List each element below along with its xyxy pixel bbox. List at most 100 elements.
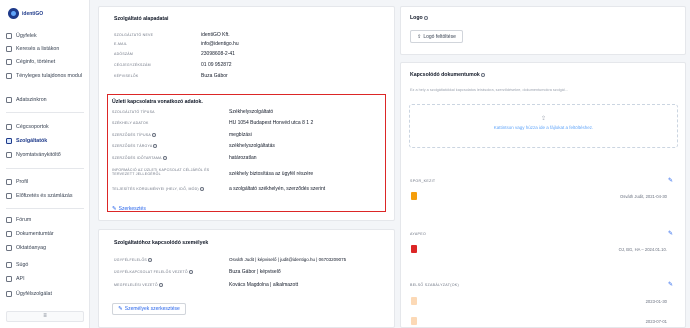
card-icon xyxy=(6,193,12,200)
logo-card: Logo ⇪ Logó feltöltése xyxy=(400,6,686,55)
sidebar-divider xyxy=(6,112,84,113)
field-label: Szolgáltató neve xyxy=(114,33,154,37)
sidebar-item-label: Céginfo, történet xyxy=(16,59,56,65)
sidebar: identiGO Ügyfelek Keresés a listákon Cég… xyxy=(0,0,90,328)
field-value: Buza Gábor xyxy=(201,73,228,79)
edit-section-icon[interactable]: ✎ xyxy=(668,281,673,288)
chat-icon xyxy=(6,217,12,224)
info-icon[interactable] xyxy=(480,72,485,77)
sidebar-item-kereses[interactable]: Keresés a listákon xyxy=(6,46,88,53)
sidebar-item-label: Súgó xyxy=(16,262,29,268)
field-value: 01 09 952872 xyxy=(201,62,232,68)
sidebar-item-ugyfelek[interactable]: Ügyfelek xyxy=(6,33,88,40)
dropzone-text: Kattintson vagy húzza ide a fájlokat a f… xyxy=(493,125,594,130)
edit-section-icon[interactable]: ✎ xyxy=(668,177,673,184)
sidebar-item-label: Fórum xyxy=(16,217,32,223)
sidebar-item-sugo[interactable]: Súgó xyxy=(6,262,88,269)
upload-icon: ⇪ xyxy=(417,33,422,40)
field-value: info@identigo.hu xyxy=(201,41,239,47)
sidebar-item-label: Adatszinkron xyxy=(16,97,47,103)
folder-icon xyxy=(6,231,12,238)
headset-icon xyxy=(6,291,12,298)
related-documents-card: Kapcsolódó dokumentumok Ez a hely a szol… xyxy=(400,62,686,328)
field-label: Képviselők xyxy=(114,74,139,78)
group-icon xyxy=(6,124,12,131)
edit-persons-label: Személyek szerkesztése xyxy=(124,306,180,312)
info-icon[interactable] xyxy=(158,283,163,288)
sidebar-item-label: Ügyfélszolgálat xyxy=(16,291,52,297)
sidebar-item-szolgaltatok[interactable]: Szolgáltatók xyxy=(6,138,88,145)
field-label: Cégjegyzékszám xyxy=(114,63,151,67)
sidebar-item-label: API xyxy=(16,276,25,282)
sidebar-item-oktatoanyag[interactable]: Oktatóanyag xyxy=(6,245,88,252)
file-icon[interactable] xyxy=(411,297,417,305)
logo-icon xyxy=(8,8,19,19)
sidebar-item-ceginfo[interactable]: Céginfo, történet xyxy=(6,59,88,66)
document-section-label: Belső szabályzat(ok) xyxy=(410,283,460,287)
sidebar-item-label: Ügyfelek xyxy=(16,33,37,39)
field-label: Adószám xyxy=(114,52,134,56)
field-value: Kovács Magdolna | alkalmazott xyxy=(229,282,299,288)
pencil-icon: ✎ xyxy=(118,306,123,312)
document-meta: OJ, BG, HA – 2024.01.10. xyxy=(618,247,667,252)
highlight-box xyxy=(107,94,386,212)
field-label: Ügyfélfelelős xyxy=(114,258,153,263)
code-icon xyxy=(6,276,12,283)
field-label: Megfelelési vezető xyxy=(114,283,163,288)
sidebar-item-cegcsoportok[interactable]: Cégcsoportok xyxy=(6,124,88,131)
sidebar-item-ugyfelszolgalat[interactable]: Ügyfélszolgálat xyxy=(6,291,88,298)
sidebar-item-label: Keresés a listákon xyxy=(16,46,60,52)
sidebar-divider xyxy=(6,168,84,169)
user-icon xyxy=(6,179,12,186)
field-label-text: Ügyfélfelelős xyxy=(114,258,148,262)
document-meta: 2023-07-01 xyxy=(645,319,667,324)
sidebar-item-nyomtatvany[interactable]: Nyomtatványkitöltő xyxy=(6,152,88,159)
pdf-file-icon[interactable] xyxy=(411,245,417,253)
document-section-label: Spor_kezit xyxy=(410,179,436,183)
field-label-text: Megfelelési vezető xyxy=(114,283,158,287)
sidebar-item-profil[interactable]: Profil xyxy=(6,179,88,186)
sidebar-item-label: Profil xyxy=(16,179,29,185)
book-icon xyxy=(6,245,12,252)
sidebar-item-dokumentumtar[interactable]: Dokumentumtár xyxy=(6,231,88,238)
document-meta: Osváth Judit, 2021-04-30 xyxy=(619,194,667,199)
basic-data-title: Szolgáltató alapadatai xyxy=(114,16,169,22)
sidebar-item-elofizetes[interactable]: Előfizetés és számlázás xyxy=(6,193,88,200)
sidebar-item-api[interactable]: API xyxy=(6,276,88,283)
field-label-text: Ügyfélkapcsolat felelős vezető xyxy=(114,270,188,274)
sync-icon xyxy=(6,97,12,104)
field-label: Ügyfélkapcsolat felelős vezető xyxy=(114,270,193,275)
info-icon[interactable] xyxy=(148,258,153,263)
sidebar-item-label: Cégcsoportok xyxy=(16,124,49,130)
building-icon xyxy=(6,59,12,66)
sidebar-item-label: Tényleges tulajdonos modul xyxy=(16,73,82,79)
field-value: identiGO Kft. xyxy=(201,32,230,38)
field-value: Osváth Judit | képviselő | judit@identig… xyxy=(229,257,347,262)
info-icon[interactable] xyxy=(423,15,428,20)
collapse-sidebar-button[interactable]: ≡ xyxy=(6,311,84,322)
search-icon xyxy=(6,46,12,53)
file-icon[interactable] xyxy=(411,192,417,200)
sidebar-item-tulajdonos[interactable]: Tényleges tulajdonos modul xyxy=(6,73,88,80)
documents-hint: Ez a hely a szolgáltatókkal kapcsolatos … xyxy=(410,88,568,92)
edit-persons-button[interactable]: ✎ Személyek szerkesztése xyxy=(112,303,186,315)
documents-title-text: Kapcsolódó dokumentumok xyxy=(410,72,480,78)
info-icon[interactable] xyxy=(188,270,193,275)
upload-logo-button[interactable]: ⇪ Logó feltöltése xyxy=(410,30,463,43)
sidebar-item-forum[interactable]: Fórum xyxy=(6,217,88,224)
file-dropzone[interactable]: ⇪ Kattintson vagy húzza ide a fájlokat a… xyxy=(409,104,678,148)
users-icon xyxy=(6,33,12,40)
app-logo[interactable]: identiGO xyxy=(8,8,43,19)
edit-section-icon[interactable]: ✎ xyxy=(668,230,673,237)
upload-icon: ⇪ xyxy=(540,116,547,122)
sidebar-item-adatszinkron[interactable]: Adatszinkron xyxy=(6,97,88,104)
logo-title: Logo xyxy=(410,15,428,21)
form-icon xyxy=(6,152,12,159)
document-section-label: Ayapeo xyxy=(410,232,427,236)
sidebar-item-label: Oktatóanyag xyxy=(16,245,47,251)
file-icon[interactable] xyxy=(411,317,417,325)
briefcase-icon xyxy=(6,138,12,145)
field-value: Buza Gábor | képviselő xyxy=(229,269,281,275)
logo-title-text: Logo xyxy=(410,15,423,21)
field-label: E-mail xyxy=(114,42,128,46)
